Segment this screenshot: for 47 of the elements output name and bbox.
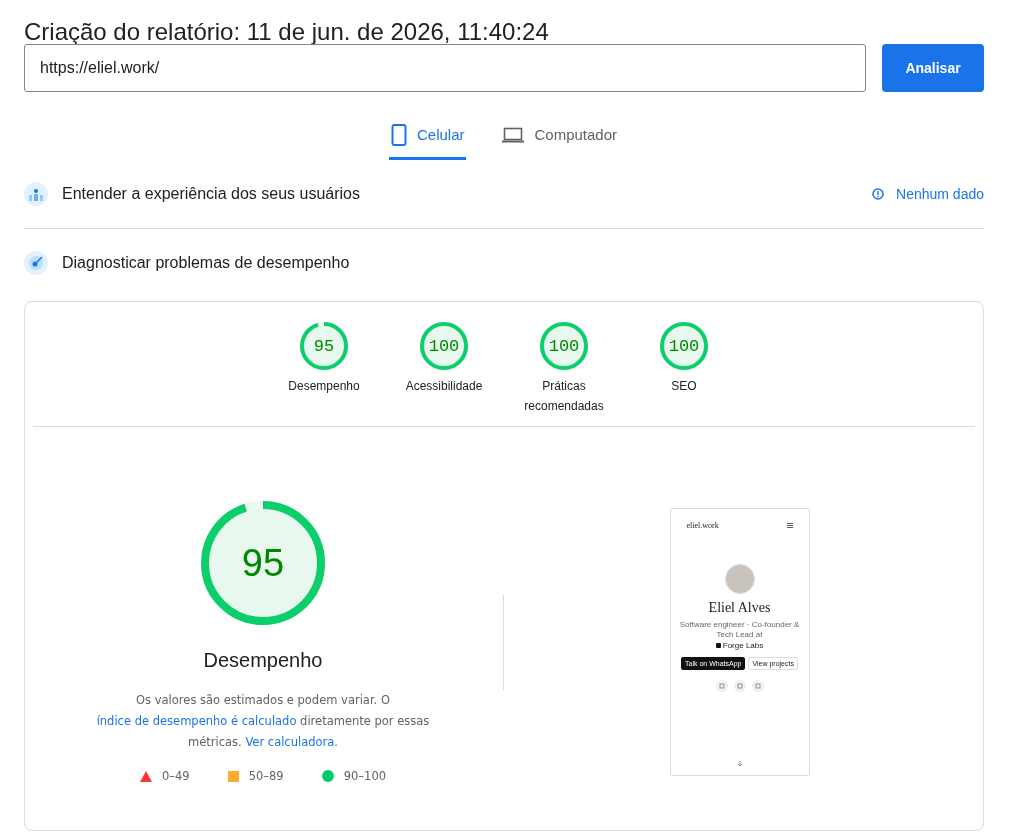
info-icon [872,188,885,200]
category-gauge[interactable]: 95 Desempenho [275,322,373,416]
target-icon [24,251,48,275]
down-arrow-icon [736,761,743,767]
url-field[interactable]: https://eliel.work/ [24,44,866,92]
gauge-title: Desempenho [203,649,323,672]
device-tab[interactable]: Computador [500,112,620,160]
profile-tagline: Software engineer · Co-founder & Tech Lead at [678,620,801,640]
section-title: Entender a experiência dos seus usuários [62,185,361,203]
score-note: Os valores são estimados e podem variar. O índice de desempenho é calculado diretamente por essas métricas. Ver calculadora. [95,692,431,751]
profile-name: Eliel Alves [708,600,771,616]
gauge-score: 100 [667,335,701,358]
no-data-link[interactable]: Nenhum dado [872,186,984,202]
gauge-score: 100 [427,335,461,358]
gauge-label: Acessibilidade [405,378,483,395]
avatar-circle [724,564,755,594]
users-chart-icon [24,182,48,206]
section-title: Diagnosticar problemas de desempenho [62,254,351,272]
report-title: Criação do relatório: 11 de jun. de 2026, 11:40:24 [24,17,550,44]
category-gauge[interactable]: 100 Práticas recomendadas [515,322,613,416]
social-icon [751,680,764,692]
company-name: Forge Labs [722,641,764,650]
menu-icon [786,523,793,528]
note-link[interactable]: Ver calculadora. [245,735,338,749]
device-tab[interactable]: Celular [388,112,467,160]
gauge-score: 100 [547,335,581,358]
square-icon [227,770,239,782]
note-link[interactable]: índice de desempenho é calculado [96,714,297,728]
category-gauge[interactable]: 100 Acessibilidade [395,322,493,416]
legend-range: 90–100 [343,769,387,783]
legend-range: 0–49 [161,769,190,783]
logo-icon [715,643,721,648]
performance-score: 95 [240,540,286,586]
circle-icon [321,770,334,782]
gauge-label: Práticas recomendadas [523,378,605,415]
legend-range: 50–89 [248,769,284,783]
analyze-button[interactable]: Analisar [882,44,984,92]
gauge-label: Desempenho [288,378,360,395]
gauge-label: SEO [671,378,697,395]
triangle-icon [139,770,152,782]
social-icon [733,680,746,692]
phone-icon [390,123,407,146]
site-name: eliel.work [686,521,719,530]
laptop-icon [502,126,525,143]
category-gauge[interactable]: 100 SEO [635,322,733,416]
social-icon [715,680,728,692]
gauge-score: 95 [312,335,336,358]
